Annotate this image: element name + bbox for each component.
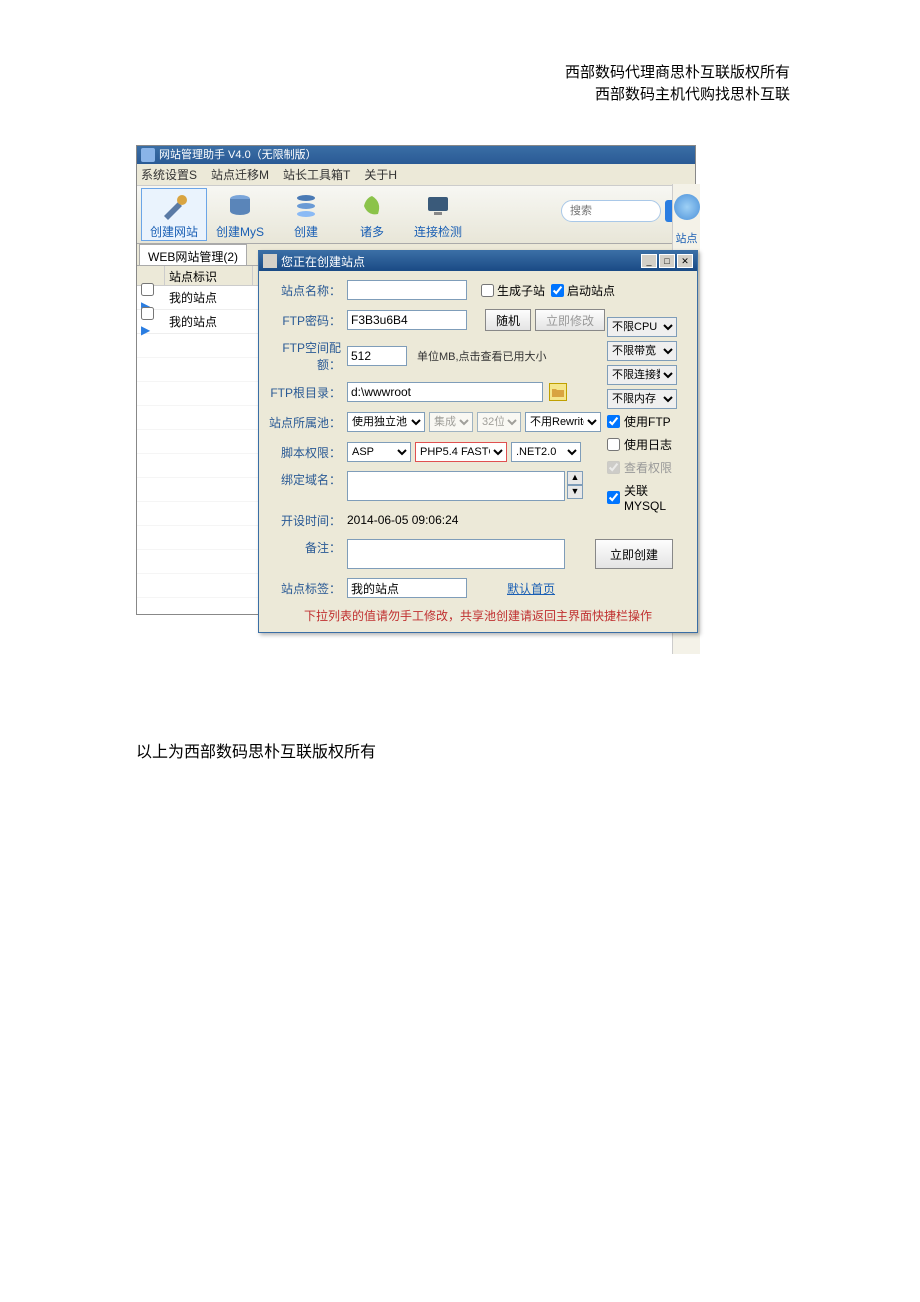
default-page-link[interactable]: 默认首页 xyxy=(507,580,555,597)
app-title: 网站管理助手 V4.0（无限制版） xyxy=(159,146,317,164)
row-site-label: 我的站点 xyxy=(165,289,253,306)
app-icon xyxy=(141,148,155,162)
tab-web-management[interactable]: WEB网站管理(2) xyxy=(139,244,247,265)
row-site-label: 我的站点 xyxy=(165,313,253,330)
bandwidth-limit-select[interactable]: 不限带宽 xyxy=(607,341,677,361)
create-mysql-button[interactable]: 创建MyS xyxy=(207,189,273,240)
database-icon xyxy=(207,189,273,223)
link-mysql-checkbox[interactable] xyxy=(607,491,620,504)
use-ftp-label: 使用FTP xyxy=(624,413,671,430)
ftp-root-input[interactable] xyxy=(347,382,543,402)
dialog-titlebar: 您正在创建站点 _ □ ✕ xyxy=(259,251,697,271)
use-ftp-checkbox[interactable] xyxy=(607,415,620,428)
rewrite-select[interactable]: 不用Rewrite xyxy=(525,412,601,432)
apply-modify-button[interactable]: 立即修改 xyxy=(535,309,605,331)
memory-limit-select[interactable]: 不限内存 xyxy=(607,389,677,409)
ftp-password-input[interactable] xyxy=(347,310,467,330)
play-icon: ▶ xyxy=(141,323,150,337)
php-select[interactable]: PHP5.4 FASTCGI xyxy=(415,442,507,462)
menubar: 系统设置S 站点迁移M 站长工具箱T 关于H xyxy=(137,164,695,186)
site-name-input[interactable] xyxy=(347,280,467,300)
globe-icon xyxy=(674,194,700,220)
menu-about[interactable]: 关于H xyxy=(364,166,397,183)
app-titlebar: 网站管理助手 V4.0（无限制版） xyxy=(137,146,695,164)
use-log-checkbox[interactable] xyxy=(607,438,620,451)
scroll-down-button[interactable]: ▼ xyxy=(567,485,583,499)
menu-migrate[interactable]: 站点迁移M xyxy=(211,166,269,183)
dialog-icon xyxy=(263,254,277,268)
close-button[interactable]: ✕ xyxy=(677,254,693,268)
menu-system[interactable]: 系统设置S xyxy=(141,166,197,183)
leaf-icon xyxy=(339,189,405,223)
label-script: 脚本权限： xyxy=(269,444,347,461)
start-site-checkbox[interactable] xyxy=(551,284,564,297)
search-input[interactable] xyxy=(561,200,661,222)
menu-tools[interactable]: 站长工具箱T xyxy=(283,166,350,183)
site-tag-input[interactable] xyxy=(347,578,467,598)
row-checkbox[interactable] xyxy=(141,283,154,296)
view-perm-checkbox xyxy=(607,461,620,474)
ftp-quota-input[interactable] xyxy=(347,346,407,366)
folder-icon xyxy=(552,387,564,397)
start-site-label: 启动站点 xyxy=(567,282,615,299)
gen-substation-label: 生成子站 xyxy=(497,282,545,299)
minimize-button[interactable]: _ xyxy=(641,254,657,268)
maximize-button[interactable]: □ xyxy=(659,254,675,268)
row-checkbox[interactable] xyxy=(141,307,154,320)
scroll-up-button[interactable]: ▲ xyxy=(567,471,583,485)
label-open-time: 开设时间： xyxy=(269,512,347,529)
monitor-icon xyxy=(405,189,471,223)
label-pool: 站点所属池： xyxy=(269,414,347,431)
label-tag: 站点标签： xyxy=(269,580,347,597)
label-domain: 绑定域名： xyxy=(269,471,347,488)
remark-textarea[interactable] xyxy=(347,539,565,569)
label-remark: 备注： xyxy=(269,539,347,556)
gen-substation-checkbox[interactable] xyxy=(481,284,494,297)
pool-select[interactable]: 使用独立池 xyxy=(347,412,425,432)
dialog-right-panel: 不限CPU 不限带宽 不限连接数 不限内存 使用FTP 使用日志 查看权限 关联… xyxy=(607,317,685,519)
dialog-note: 下拉列表的值请勿手工修改，共享池创建请返回主界面快捷栏操作 xyxy=(269,607,687,624)
random-button[interactable]: 随机 xyxy=(485,309,531,331)
toolbar: 创建网站 创建MyS 创建 诸多 连接检测 xyxy=(137,186,695,244)
cpu-limit-select[interactable]: 不限CPU xyxy=(607,317,677,337)
pool-bit-select: 32位 xyxy=(477,412,521,432)
open-time-text: 2014-06-05 09:06:24 xyxy=(347,513,458,527)
connection-limit-select[interactable]: 不限连接数 xyxy=(607,365,677,385)
toolbar-item-3[interactable]: 创建 xyxy=(273,189,339,240)
quota-unit-text: 单位MB,点击查看已用大小 xyxy=(417,348,547,364)
domain-textarea[interactable] xyxy=(347,471,565,501)
grid-col-siteid: 站点标识 xyxy=(165,266,253,285)
page-header-text: 西部数码代理商思朴互联版权所有 西部数码主机代购找思朴互联 xyxy=(565,62,790,106)
label-site-name: 站点名称： xyxy=(269,282,347,299)
create-now-button[interactable]: 立即创建 xyxy=(595,539,673,569)
footer-text: 以上为西部数码思朴互联版权所有 xyxy=(136,738,376,762)
use-log-label: 使用日志 xyxy=(624,436,672,453)
far-label: 站点 xyxy=(673,230,700,246)
label-ftp-pwd: FTP密码： xyxy=(269,312,347,329)
label-ftp-root: FTP根目录： xyxy=(269,384,347,401)
db-stack-icon xyxy=(273,189,339,223)
net-select[interactable]: .NET2.0 xyxy=(511,442,581,462)
link-mysql-label: 关联MYSQL xyxy=(624,482,685,513)
view-perm-label: 查看权限 xyxy=(624,459,672,476)
pool-mode-select: 集成 xyxy=(429,412,473,432)
toolbar-item-5[interactable]: 连接检测 xyxy=(405,189,471,240)
label-ftp-quota: FTP空间配额： xyxy=(269,339,347,373)
toolbar-item-4[interactable]: 诸多 xyxy=(339,189,405,240)
dialog-title-text: 您正在创建站点 xyxy=(281,253,365,270)
browse-folder-button[interactable] xyxy=(549,383,567,401)
asp-select[interactable]: ASP xyxy=(347,442,411,462)
create-site-button[interactable]: 创建网站 xyxy=(141,188,207,241)
wrench-icon xyxy=(142,189,206,223)
